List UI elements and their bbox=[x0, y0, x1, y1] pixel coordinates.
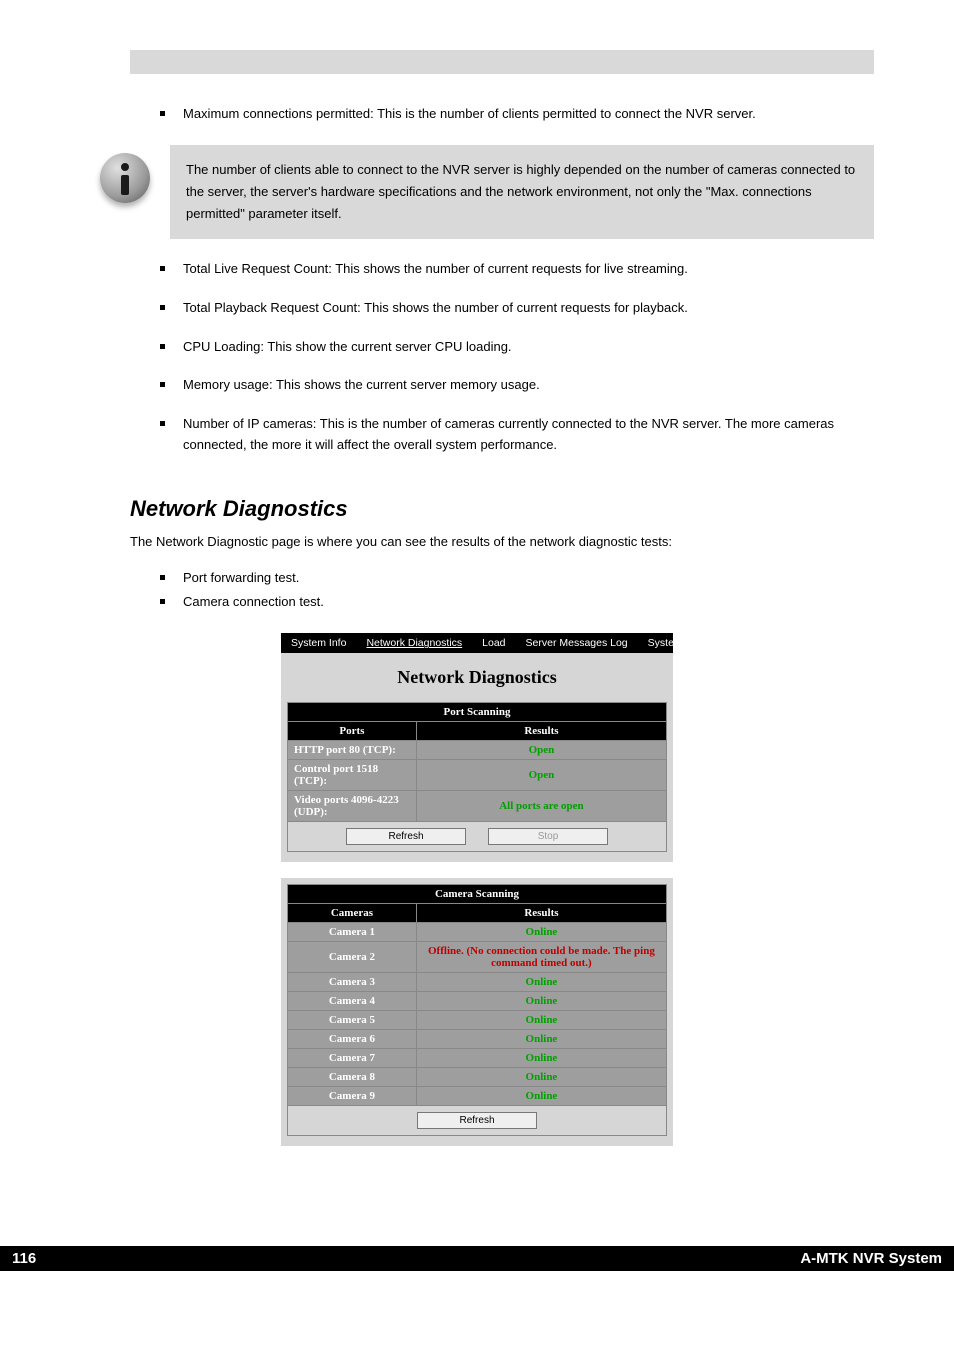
cam-label: Camera 2 bbox=[288, 942, 417, 973]
tabs-bar: System Info Network Diagnostics Load Ser… bbox=[281, 633, 673, 653]
bullet-text: CPU Loading: This show the current serve… bbox=[183, 337, 512, 358]
refresh-button[interactable]: Refresh bbox=[346, 828, 466, 845]
tab-system-downloads[interactable]: System Downloads bbox=[638, 633, 748, 653]
tab-network-diagnostics[interactable]: Network Diagnostics bbox=[356, 633, 472, 653]
bullet-cpu-loading: CPU Loading: This show the current serve… bbox=[160, 337, 874, 358]
table-row: Camera 3 Online bbox=[288, 973, 667, 992]
bullet-text: Memory usage: This shows the current ser… bbox=[183, 375, 540, 396]
port-panel-header: Port Scanning bbox=[288, 703, 667, 722]
section-para: The Network Diagnostic page is where you… bbox=[130, 532, 874, 553]
table-row: Camera 4 Online bbox=[288, 992, 667, 1011]
page-footer: 116 A-MTK NVR System bbox=[0, 1246, 954, 1271]
cam-result: Online bbox=[526, 1071, 558, 1083]
info-callout: The number of clients able to connect to… bbox=[100, 145, 874, 239]
bullet-icon bbox=[160, 575, 165, 580]
table-row: Camera 7 Online bbox=[288, 1049, 667, 1068]
bullet-live-request: Total Live Request Count: This shows the… bbox=[160, 259, 874, 280]
cam-result: Online bbox=[526, 1033, 558, 1045]
cam-result: Online bbox=[526, 1090, 558, 1102]
table-row: Camera 1 Online bbox=[288, 923, 667, 942]
tab-system-info[interactable]: System Info bbox=[281, 633, 356, 653]
cam-result: Online bbox=[526, 1014, 558, 1026]
cam-label: Camera 1 bbox=[288, 923, 417, 942]
bullet-text: Number of IP cameras: This is the number… bbox=[183, 414, 874, 456]
bullet-cam-conn: Camera connection test. bbox=[160, 592, 874, 613]
bullet-ip-cameras: Number of IP cameras: This is the number… bbox=[160, 414, 874, 456]
cam-label: Camera 3 bbox=[288, 973, 417, 992]
bullet-icon bbox=[160, 599, 165, 604]
port-label: Video ports 4096-4223 (UDP): bbox=[288, 791, 417, 822]
cam-result: Online bbox=[526, 1052, 558, 1064]
cam-label: Camera 8 bbox=[288, 1068, 417, 1087]
table-row: Video ports 4096-4223 (UDP): All ports a… bbox=[288, 791, 667, 822]
bullet-icon bbox=[160, 344, 165, 349]
table-row: Control port 1518 (TCP): Open bbox=[288, 760, 667, 791]
network-diagnostics-screenshot: System Info Network Diagnostics Load Ser… bbox=[281, 633, 673, 1146]
table-row: Camera 2 Offline. (No connection could be… bbox=[288, 942, 667, 973]
info-text: The number of clients able to connect to… bbox=[170, 145, 874, 239]
table-row: Camera 5 Online bbox=[288, 1011, 667, 1030]
footer-title: A-MTK NVR System bbox=[800, 1250, 942, 1267]
cam-label: Camera 4 bbox=[288, 992, 417, 1011]
footer-page-number: 116 bbox=[12, 1250, 36, 1267]
bullet-icon bbox=[160, 305, 165, 310]
section-heading: Network Diagnostics bbox=[130, 496, 874, 522]
bullet-text: Port forwarding test. bbox=[183, 568, 299, 589]
bullet-icon bbox=[160, 111, 165, 116]
port-result: Open bbox=[529, 769, 555, 781]
port-result: All ports are open bbox=[499, 800, 583, 812]
port-col-ports: Ports bbox=[288, 722, 417, 741]
stop-button[interactable]: Stop bbox=[488, 828, 608, 845]
cam-label: Camera 7 bbox=[288, 1049, 417, 1068]
page-title: Network Diagnostics bbox=[281, 653, 673, 696]
refresh-button[interactable]: Refresh bbox=[417, 1112, 537, 1129]
bullet-memory-usage: Memory usage: This shows the current ser… bbox=[160, 375, 874, 396]
cam-label: Camera 6 bbox=[288, 1030, 417, 1049]
cam-col-cameras: Cameras bbox=[288, 904, 417, 923]
bullet-icon bbox=[160, 266, 165, 271]
camera-scanning-table: Camera Scanning Cameras Results Camera 1… bbox=[287, 884, 667, 1136]
tab-load[interactable]: Load bbox=[472, 633, 515, 653]
tab-server-messages-log[interactable]: Server Messages Log bbox=[516, 633, 638, 653]
camera-scanning-panel: Camera Scanning Cameras Results Camera 1… bbox=[281, 878, 673, 1146]
bullet-icon bbox=[160, 382, 165, 387]
bullet-playback-request: Total Playback Request Count: This shows… bbox=[160, 298, 874, 319]
cam-label: Camera 5 bbox=[288, 1011, 417, 1030]
port-scanning-panel: Port Scanning Ports Results HTTP port 80… bbox=[281, 696, 673, 862]
cam-result: Online bbox=[526, 926, 558, 938]
port-label: Control port 1518 (TCP): bbox=[288, 760, 417, 791]
cam-result: Offline. (No connection could be made. T… bbox=[428, 945, 655, 969]
port-label: HTTP port 80 (TCP): bbox=[288, 741, 417, 760]
port-scanning-table: Port Scanning Ports Results HTTP port 80… bbox=[287, 702, 667, 852]
cam-panel-header: Camera Scanning bbox=[288, 885, 667, 904]
port-col-results: Results bbox=[416, 722, 666, 741]
cam-col-results: Results bbox=[416, 904, 666, 923]
bullet-text: Camera connection test. bbox=[183, 592, 324, 613]
table-row: Camera 6 Online bbox=[288, 1030, 667, 1049]
bullet-text: Total Playback Request Count: This shows… bbox=[183, 298, 688, 319]
table-row: Camera 9 Online bbox=[288, 1087, 667, 1106]
info-icon bbox=[100, 153, 156, 209]
bullet-port-fwd: Port forwarding test. bbox=[160, 568, 874, 589]
cam-result: Online bbox=[526, 995, 558, 1007]
bullet-text: Total Live Request Count: This shows the… bbox=[183, 259, 688, 280]
port-result: Open bbox=[529, 744, 555, 756]
bullet-text: Maximum connections permitted: This is t… bbox=[183, 104, 756, 125]
cam-label: Camera 9 bbox=[288, 1087, 417, 1106]
bullet-icon bbox=[160, 421, 165, 426]
table-row: Camera 8 Online bbox=[288, 1068, 667, 1087]
header-banner bbox=[130, 50, 874, 74]
bullet-max-connections: Maximum connections permitted: This is t… bbox=[160, 104, 874, 125]
cam-result: Online bbox=[526, 976, 558, 988]
table-row: HTTP port 80 (TCP): Open bbox=[288, 741, 667, 760]
